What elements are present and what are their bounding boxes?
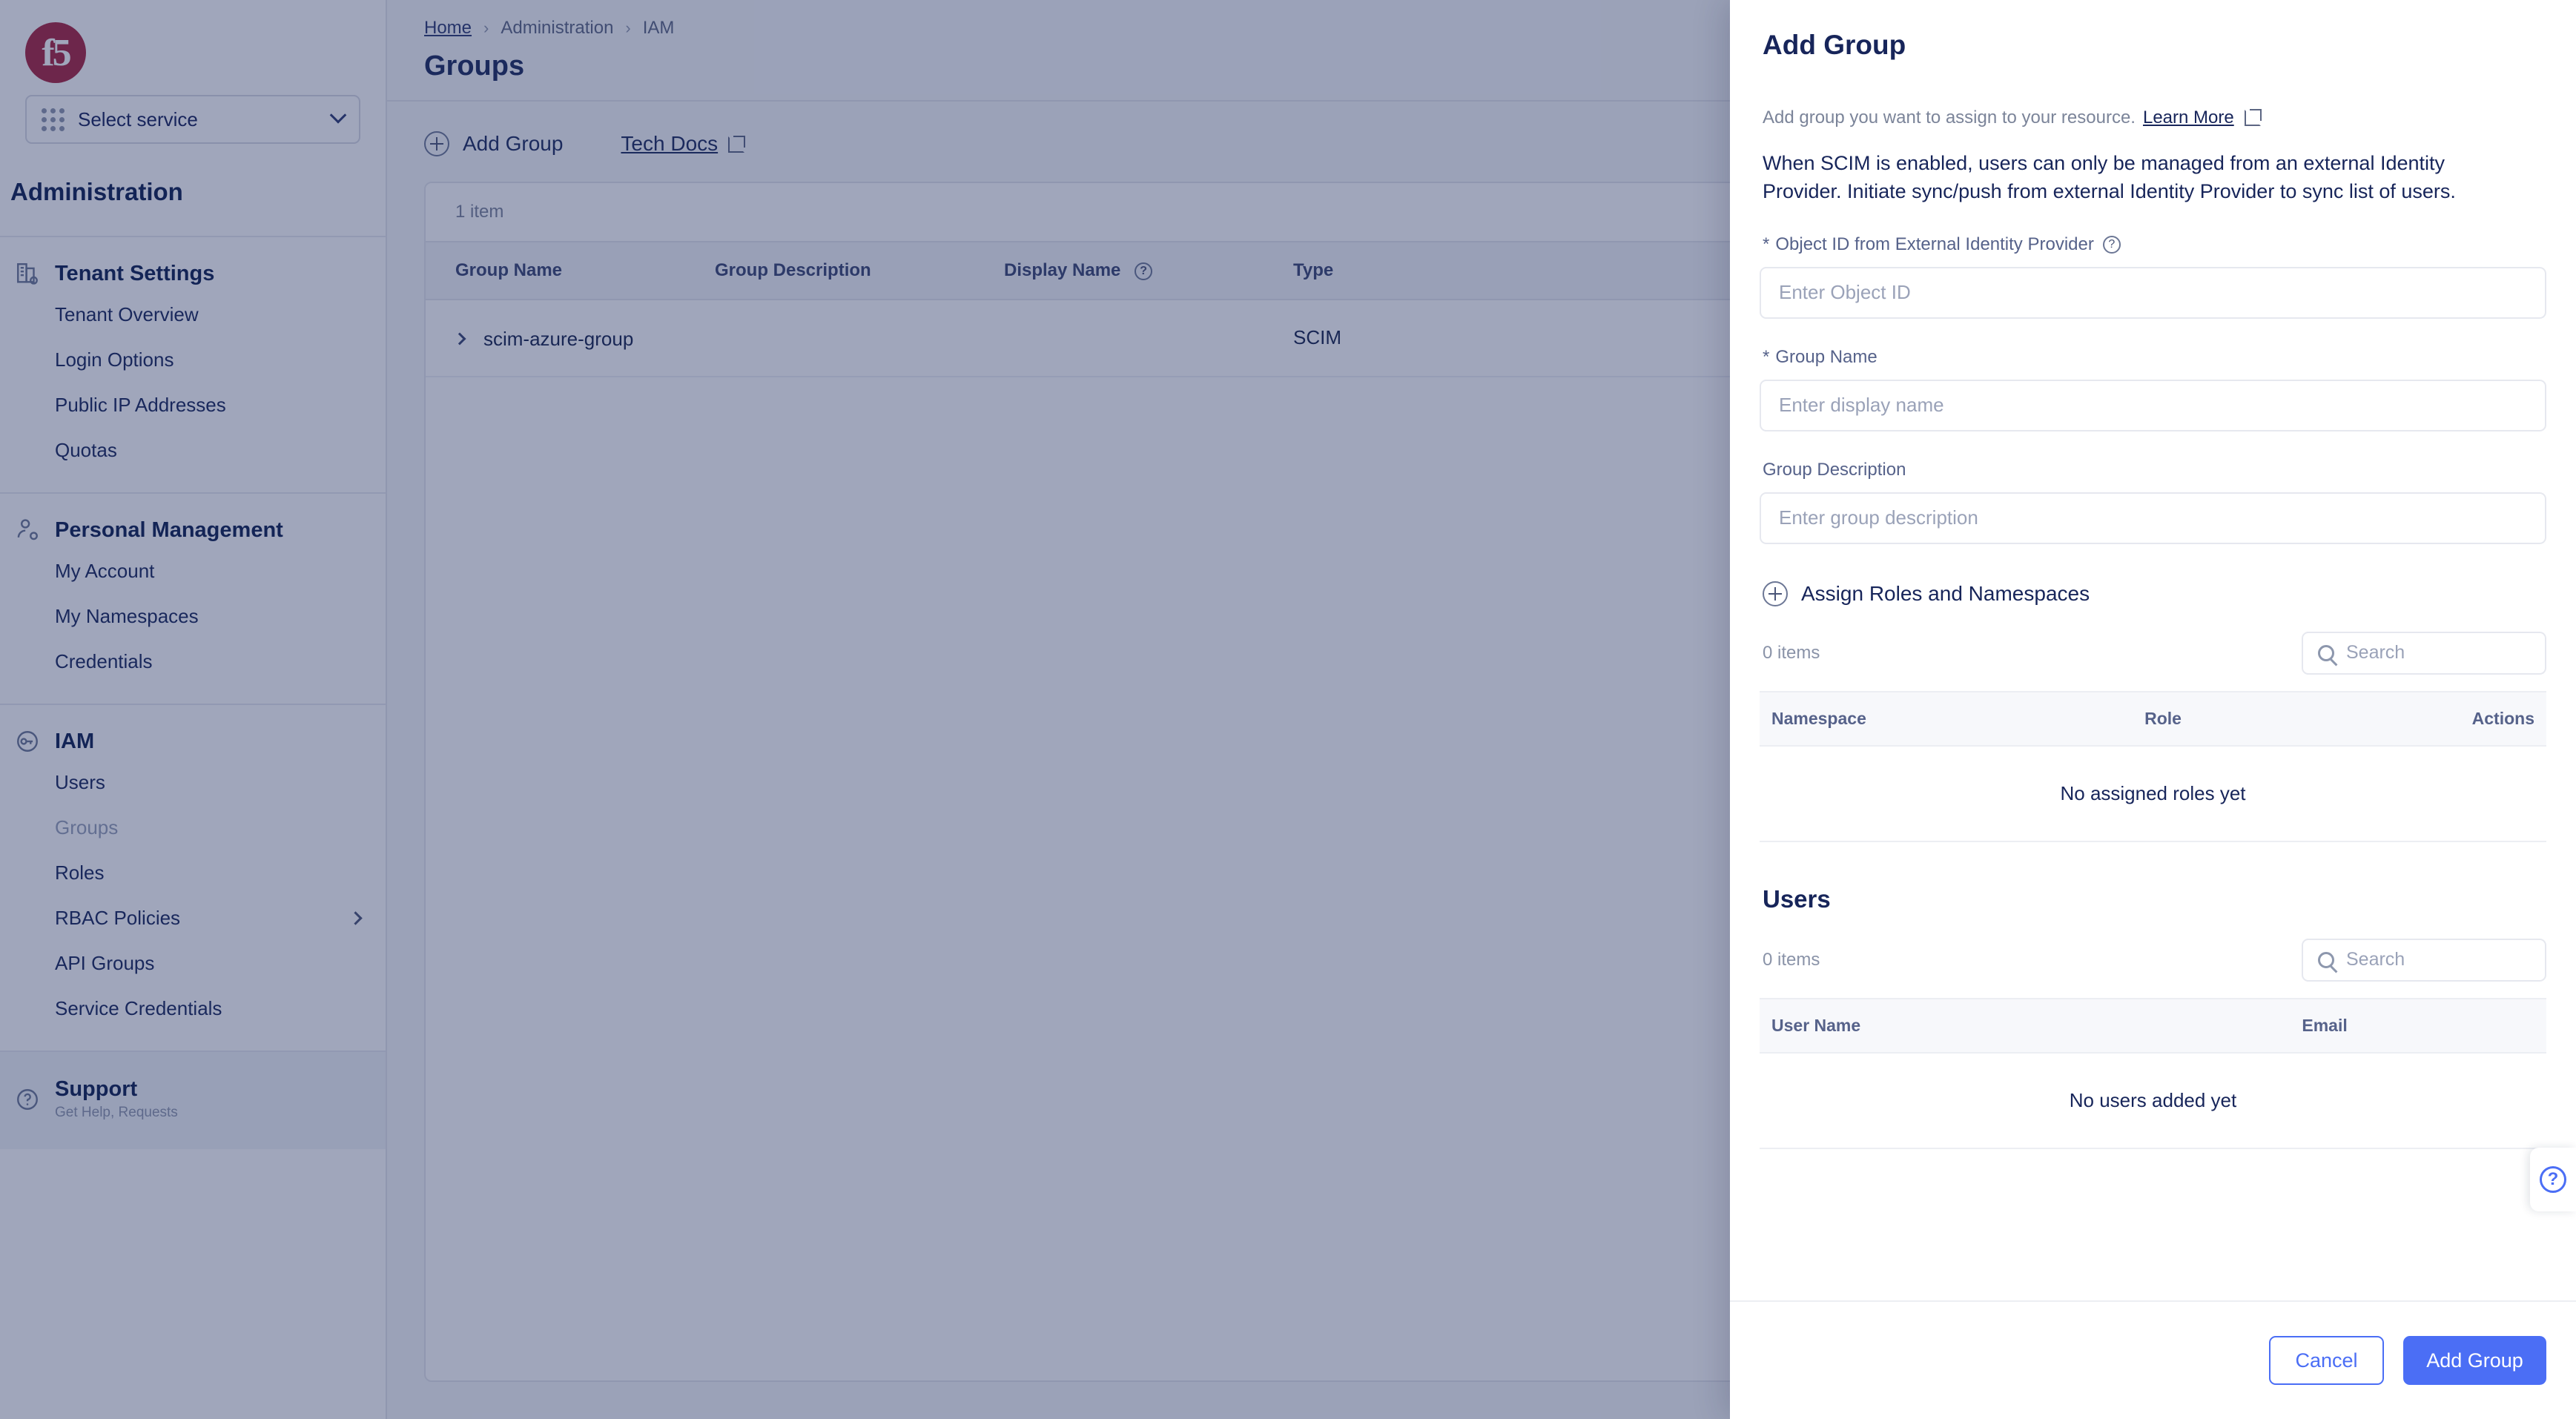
users-section-title: Users — [1763, 884, 1831, 913]
required-marker: * — [1763, 346, 1770, 367]
roles-search-input[interactable]: Search — [2302, 631, 2546, 675]
empty-state-row: No assigned roles yet — [1760, 745, 2546, 842]
roles-list-toolbar: 0 items Search — [1760, 606, 2546, 675]
external-link-icon — [2244, 108, 2262, 126]
add-group-panel: Add Group Add group you want to assign t… — [1730, 0, 2576, 1419]
empty-state-row: No users added yet — [1760, 1052, 2546, 1149]
object-id-input[interactable] — [1760, 266, 2546, 319]
search-icon — [2318, 951, 2334, 968]
panel-title: Add Group — [1763, 30, 1906, 60]
field-object-id: * Object ID from External Identity Provi… — [1760, 206, 2546, 319]
column-header-actions: Actions — [2277, 690, 2546, 747]
field-label-group-name: * Group Name — [1760, 347, 2546, 368]
search-icon — [2318, 644, 2334, 661]
roles-empty-message: No assigned roles yet — [1760, 745, 2546, 842]
plus-circle-icon — [1763, 580, 1788, 606]
field-label-group-description: Group Description — [1760, 460, 2546, 480]
panel-subtitle: Add group you want to assign to your res… — [1760, 61, 2546, 128]
scim-note: When SCIM is enabled, users can only be … — [1763, 152, 2456, 203]
field-label-text: Group Name — [1775, 346, 1877, 367]
users-table-body: No users added yet — [1760, 1052, 2546, 1149]
roles-table: Namespace Role Actions No assigned roles… — [1760, 690, 2546, 842]
field-label-text: Group Description — [1763, 459, 1906, 480]
field-label-text: Object ID from External Identity Provide… — [1775, 234, 2094, 254]
column-header-email: Email — [2302, 997, 2546, 1054]
roles-item-count: 0 items — [1763, 642, 1820, 663]
cancel-button[interactable]: Cancel — [2269, 1336, 2384, 1385]
panel-footer: Cancel Add Group — [1730, 1300, 2576, 1419]
group-description-input[interactable] — [1760, 492, 2546, 544]
add-group-submit-button[interactable]: Add Group — [2403, 1336, 2546, 1385]
field-group-name: * Group Name — [1760, 319, 2546, 431]
panel-body: Add Group Add group you want to assign t… — [1730, 0, 2576, 1300]
group-name-input[interactable] — [1760, 379, 2546, 431]
assign-roles-button-label: Assign Roles and Namespaces — [1801, 581, 2090, 605]
column-header-namespace: Namespace — [1760, 690, 2145, 747]
roles-table-header: Namespace Role Actions — [1760, 690, 2546, 747]
users-table-header: User Name Email — [1760, 997, 2546, 1054]
help-fab-button[interactable]: ? — [2530, 1148, 2576, 1211]
assign-roles-button[interactable]: Assign Roles and Namespaces — [1760, 580, 2546, 606]
question-circle-icon[interactable]: ? — [2102, 235, 2121, 254]
app-root: f5 Select service Administration Tenant … — [0, 0, 2576, 1419]
learn-more-link[interactable]: Learn More — [2143, 108, 2234, 128]
field-group-description: Group Description — [1760, 431, 2546, 544]
required-marker: * — [1763, 234, 1770, 254]
table-header-row: Namespace Role Actions — [1760, 690, 2546, 747]
users-search-input[interactable]: Search — [2302, 938, 2546, 982]
field-label-object-id: * Object ID from External Identity Provi… — [1760, 234, 2546, 255]
users-search-placeholder: Search — [2346, 949, 2405, 970]
users-list-toolbar: 0 items Search — [1760, 913, 2546, 982]
users-table: User Name Email No users added yet — [1760, 997, 2546, 1149]
question-circle-icon: ? — [2540, 1166, 2566, 1193]
users-empty-message: No users added yet — [1760, 1052, 2546, 1149]
users-item-count: 0 items — [1763, 949, 1820, 970]
panel-subtitle-text: Add group you want to assign to your res… — [1763, 108, 2136, 128]
roles-table-body: No assigned roles yet — [1760, 745, 2546, 842]
table-header-row: User Name Email — [1760, 997, 2546, 1054]
column-header-role: Role — [2144, 690, 2278, 747]
roles-search-placeholder: Search — [2346, 642, 2405, 664]
column-header-user-name: User Name — [1760, 997, 2302, 1054]
